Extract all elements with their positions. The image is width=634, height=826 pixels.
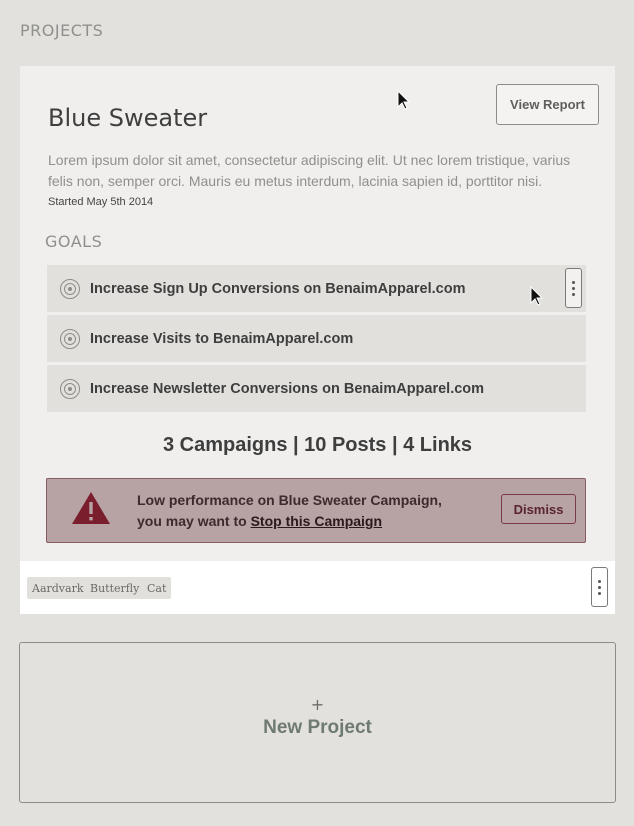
warning-icon [72, 492, 110, 524]
dismiss-button[interactable]: Dismiss [501, 494, 576, 524]
alert-message: Low performance on Blue Sweater Campaign… [137, 490, 442, 532]
tag[interactable]: Butterfly [85, 577, 145, 599]
more-vertical-icon [598, 579, 601, 583]
mouse-cursor-icon [530, 286, 544, 306]
goal-item[interactable]: Increase Visits to BenaimApparel.com [47, 315, 586, 362]
goal-item[interactable]: Increase Newsletter Conversions on Benai… [47, 365, 586, 412]
goal-menu-button[interactable] [565, 268, 582, 308]
project-stats: 3 Campaigns | 10 Posts | 4 Links [162, 434, 473, 456]
view-report-button[interactable]: View Report [496, 84, 599, 125]
section-label-projects: PROJECTS [20, 21, 104, 40]
target-icon [60, 328, 80, 349]
goal-label: Increase Sign Up Conversions on BenaimAp… [90, 280, 466, 297]
more-vertical-icon [572, 280, 575, 284]
project-title: Blue Sweater [48, 104, 208, 132]
alert-line-2-prefix: you may want to [137, 513, 251, 529]
project-start-date: Started May 5th 2014 [48, 196, 154, 208]
project-description: Lorem ipsum dolor sit amet, consectetur … [48, 152, 571, 189]
goal-label: Increase Newsletter Conversions on Benai… [90, 380, 485, 397]
goals-label: GOALS [45, 232, 103, 251]
new-project-label: New Project [263, 717, 372, 738]
stop-campaign-link[interactable]: Stop this Campaign [251, 513, 382, 529]
project-card: Blue Sweater View Report Lorem ipsum dol… [20, 66, 615, 614]
target-icon [60, 378, 80, 399]
project-menu-button[interactable] [591, 567, 608, 607]
project-footer: Aardvark Butterfly Cat [20, 561, 615, 614]
goal-label: Increase Visits to BenaimApparel.com [90, 330, 354, 347]
tag[interactable]: Aardvark [27, 577, 89, 599]
tag[interactable]: Cat [142, 577, 172, 599]
mouse-cursor-icon [397, 90, 411, 110]
alert-line-1: Low performance on Blue Sweater Campaign… [137, 492, 442, 508]
goal-item[interactable]: Increase Sign Up Conversions on BenaimAp… [47, 265, 586, 312]
target-icon [60, 278, 80, 299]
performance-alert: Low performance on Blue Sweater Campaign… [46, 478, 586, 543]
plus-icon: + [310, 695, 325, 714]
new-project-button[interactable]: + New Project [19, 642, 616, 803]
